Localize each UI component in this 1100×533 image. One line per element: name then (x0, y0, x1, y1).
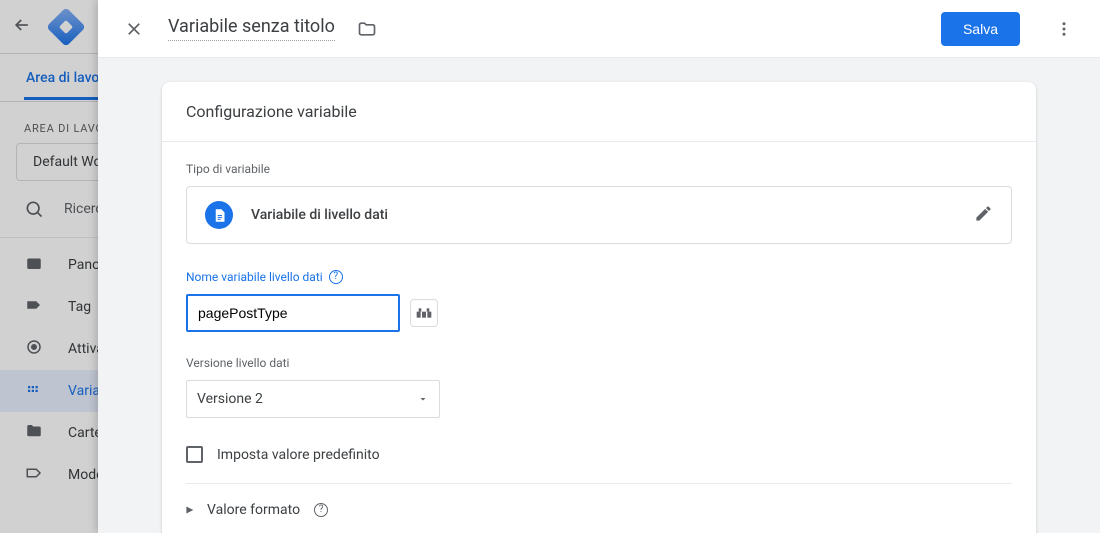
gtm-logo-icon (46, 7, 86, 47)
checkbox-icon[interactable] (186, 446, 203, 463)
card-title: Configurazione variabile (162, 82, 1036, 142)
help-icon[interactable]: ? (329, 270, 343, 284)
panel-header: Variabile senza titolo Salva (98, 0, 1100, 58)
version-value: Versione 2 (197, 391, 263, 407)
default-value-label: Imposta valore predefinito (217, 447, 380, 463)
brick-icon (416, 307, 432, 319)
version-label: Versione livello dati (186, 356, 1012, 370)
overview-icon (24, 254, 44, 276)
variable-type-name: Variabile di livello dati (251, 207, 388, 223)
default-value-checkbox-row[interactable]: Imposta valore predefinito (186, 442, 1012, 484)
search-icon (24, 199, 44, 219)
chevron-right-icon: ▾ (182, 506, 198, 513)
overflow-menu-button[interactable] (1046, 11, 1082, 47)
folder-button[interactable] (353, 15, 381, 43)
folder-icon (24, 422, 44, 444)
pencil-icon (974, 204, 993, 223)
datalayer-type-icon (205, 201, 233, 229)
variable-icon (24, 380, 44, 402)
back-arrow-icon[interactable] (12, 15, 32, 39)
type-field-label: Tipo di variabile (186, 162, 1012, 176)
panel-title[interactable]: Variabile senza titolo (168, 16, 335, 41)
var-name-label-text: Nome variabile livello dati (186, 270, 323, 284)
save-button[interactable]: Salva (941, 12, 1020, 46)
help-icon[interactable]: ? (314, 503, 328, 517)
trigger-icon (24, 338, 44, 360)
format-value-label: Valore formato (207, 502, 300, 518)
close-icon (125, 20, 143, 38)
nav-label: Tag (68, 299, 91, 315)
var-name-input[interactable] (186, 294, 400, 332)
folder-icon (357, 19, 377, 39)
variable-editor-panel: Variabile senza titolo Salva Configurazi… (98, 0, 1100, 533)
panel-body: Configurazione variabile Tipo di variabi… (98, 58, 1100, 533)
edit-type-button[interactable] (974, 204, 993, 227)
card-content: Tipo di variabile Variabile di livello d… (162, 142, 1036, 533)
var-name-row (186, 294, 1012, 332)
tag-icon (24, 296, 44, 318)
config-card: Configurazione variabile Tipo di variabi… (162, 82, 1036, 533)
close-button[interactable] (116, 11, 152, 47)
version-select[interactable]: Versione 2 (186, 380, 440, 418)
format-value-expander[interactable]: ▾ Valore formato ? (186, 484, 1012, 533)
chevron-down-icon (417, 393, 429, 405)
more-vert-icon (1055, 20, 1073, 38)
var-name-label: Nome variabile livello dati ? (186, 270, 1012, 284)
insert-variable-button[interactable] (410, 299, 438, 327)
variable-type-selector[interactable]: Variabile di livello dati (186, 186, 1012, 244)
template-icon (24, 464, 44, 486)
